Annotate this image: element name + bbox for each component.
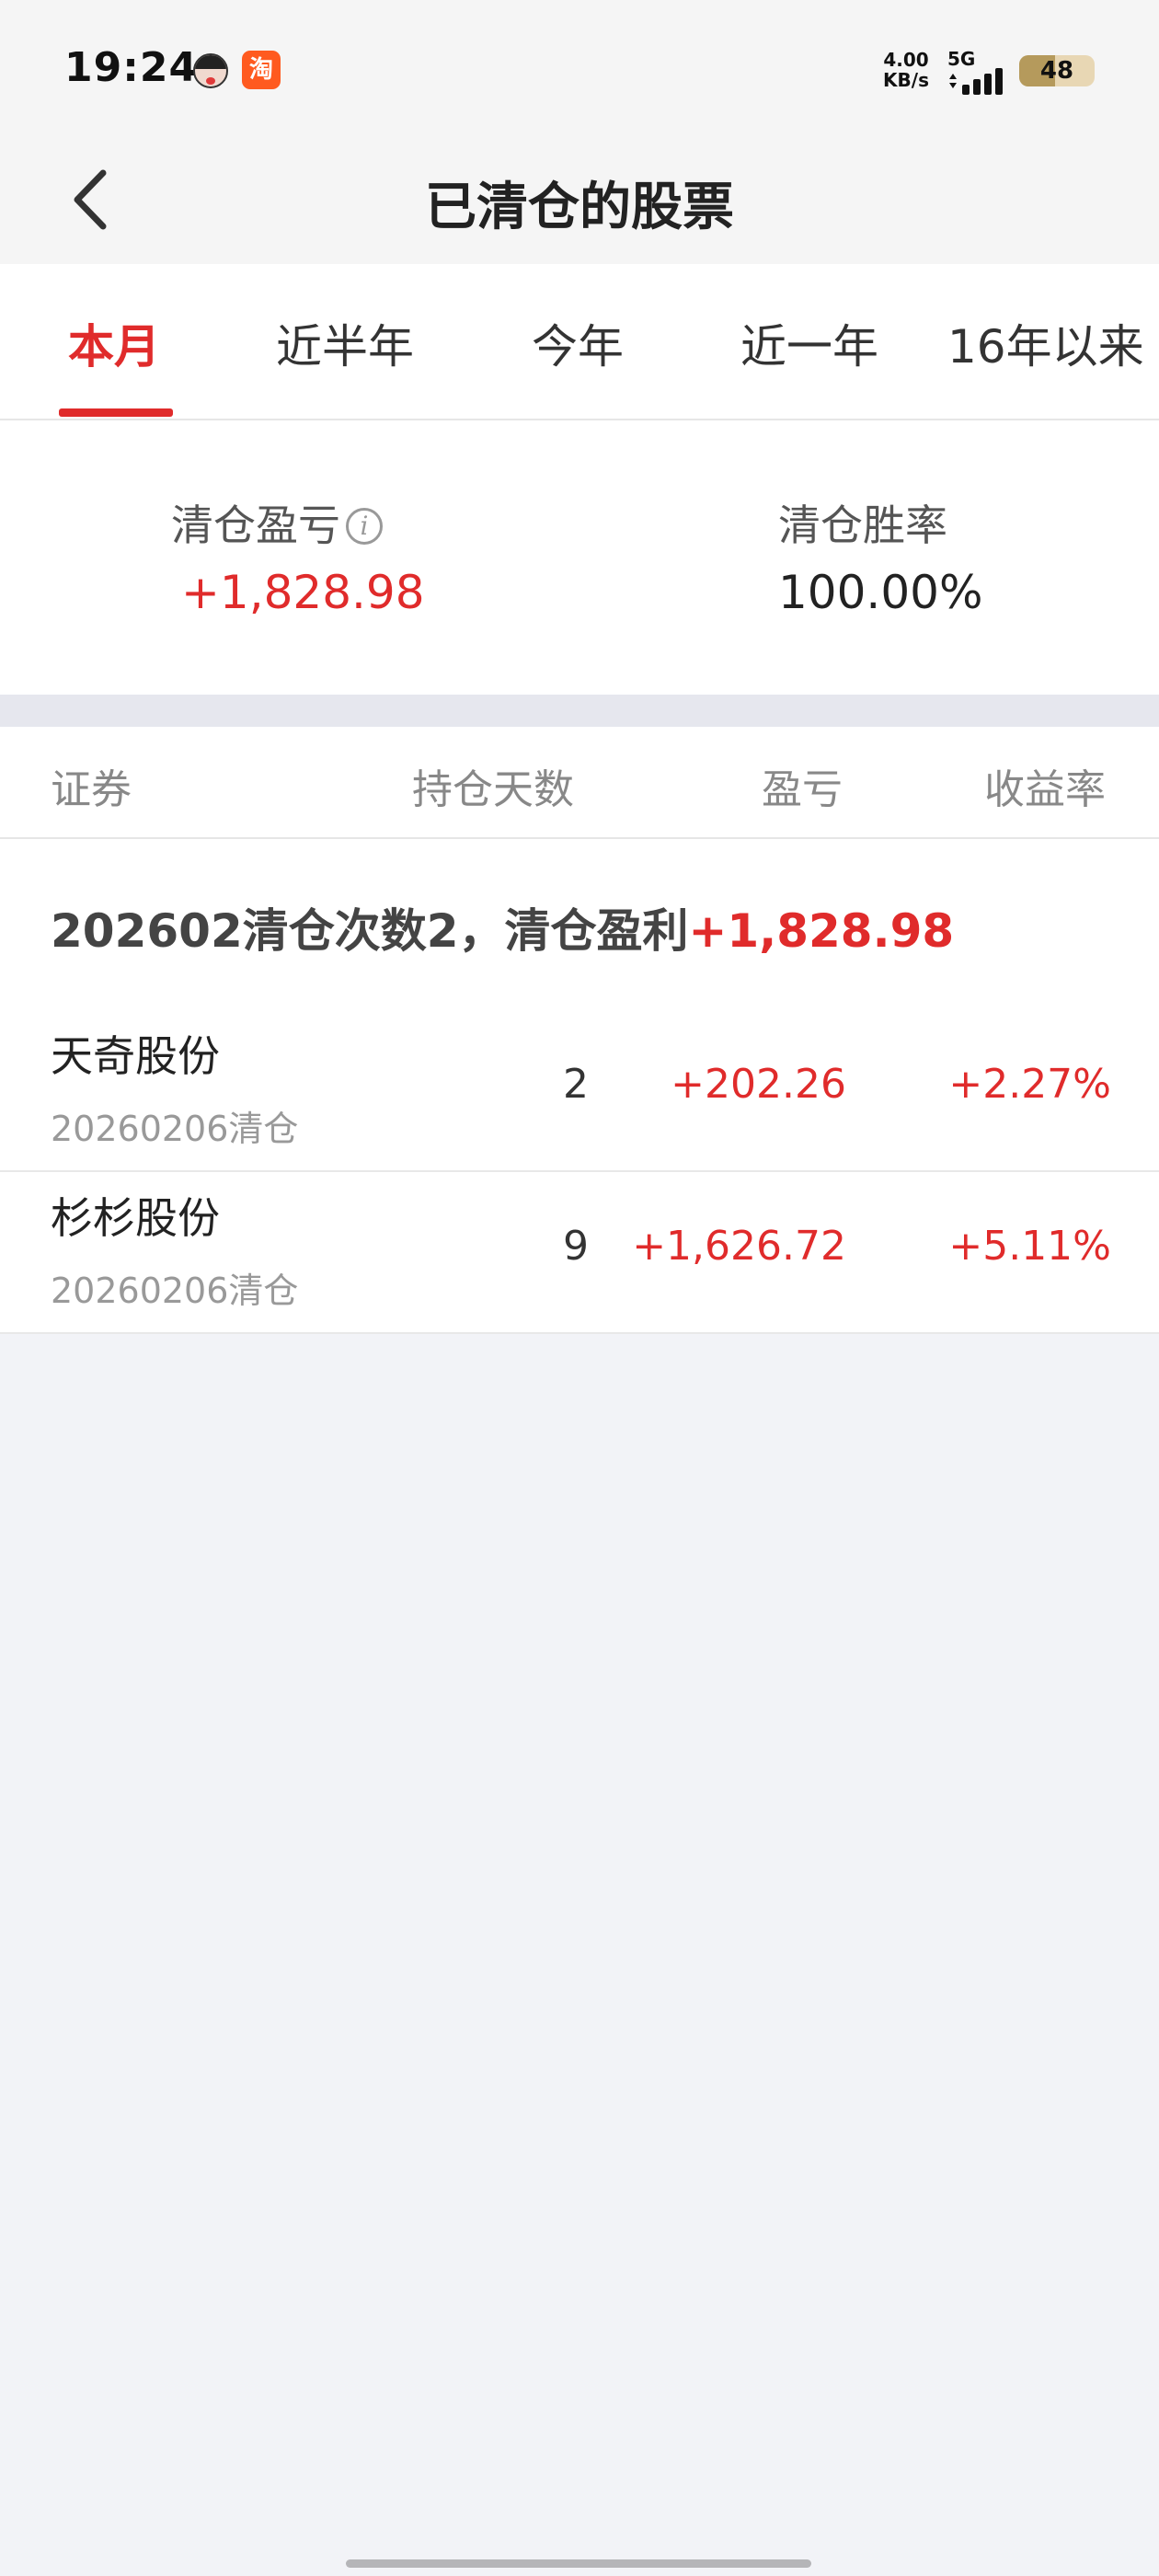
stock-name: 天奇股份 <box>51 1031 220 1081</box>
network-speed-value: 4.00 <box>883 49 929 71</box>
holding-days: 2 <box>563 1061 589 1108</box>
tab-one-year[interactable]: 近一年 <box>740 310 878 376</box>
tab-this-year[interactable]: 今年 <box>532 310 624 376</box>
tab-half-year[interactable]: 近半年 <box>276 310 414 376</box>
status-bar: 19:24 淘 4.00 KB/s 5G 48 <box>0 0 1159 138</box>
row-return-rate: +5.11% <box>948 1223 1111 1270</box>
row-pnl: +202.26 <box>671 1061 846 1108</box>
row-pnl: +1,626.72 <box>632 1223 846 1270</box>
section-divider <box>0 695 1159 727</box>
tab-since-2016[interactable]: 16年以来 <box>947 310 1144 376</box>
page-title: 已清仓的股票 <box>425 178 734 237</box>
tab-this-month[interactable]: 本月 <box>68 310 160 376</box>
battery-icon: 48 <box>1019 55 1095 86</box>
nav-bar: 已清仓的股票 <box>0 138 1159 264</box>
column-pnl: 盈亏 <box>762 766 843 813</box>
battery-level: 48 <box>1039 57 1074 85</box>
period-tabs: 本月 近半年 今年 近一年 16年以来 <box>0 264 1159 420</box>
group-profit: +1,828.98 <box>688 904 955 958</box>
column-return-rate: 收益率 <box>984 766 1106 813</box>
signal-strength-icon <box>949 68 1003 95</box>
network-speed: 4.00 KB/s <box>878 50 934 90</box>
table-row[interactable]: 杉杉股份 20260206清仓 9 +1,626.72 +5.11% <box>0 1172 1159 1334</box>
network-type: 5G <box>947 48 976 70</box>
taobao-app-icon: 淘 <box>242 51 281 89</box>
month-group-header: 202602清仓次数2，清仓盈利+1,828.98 <box>0 839 1159 1010</box>
avatar-icon <box>193 53 228 88</box>
column-security: 证券 <box>51 766 132 813</box>
holding-days: 9 <box>563 1223 589 1270</box>
pnl-label-group: 清仓盈亏 i <box>171 492 383 553</box>
network-speed-unit: KB/s <box>883 69 929 91</box>
pnl-value: +1,828.98 <box>181 566 425 619</box>
stock-name: 杉杉股份 <box>51 1193 220 1243</box>
table-header: 证券 持仓天数 盈亏 收益率 <box>0 727 1159 839</box>
pnl-label: 清仓盈亏 <box>171 500 340 550</box>
table-row[interactable]: 天奇股份 20260206清仓 2 +202.26 +2.27% <box>0 1010 1159 1172</box>
row-return-rate: +2.27% <box>948 1061 1111 1108</box>
status-time: 19:24 <box>64 44 199 91</box>
active-tab-indicator <box>59 408 173 417</box>
summary-panel: 清仓盈亏 i +1,828.98 清仓胜率 100.00% <box>0 420 1159 695</box>
group-summary-text: 202602清仓次数2，清仓盈利 <box>51 904 689 958</box>
home-indicator[interactable] <box>346 2559 811 2568</box>
clear-date: 20260206清仓 <box>51 1271 299 1311</box>
clear-date: 20260206清仓 <box>51 1109 299 1149</box>
column-holding-days: 持仓天数 <box>412 766 574 813</box>
group-summary: 202602清仓次数2，清仓盈利+1,828.98 <box>51 894 954 960</box>
info-icon[interactable]: i <box>346 508 383 545</box>
winrate-value: 100.00% <box>778 566 983 619</box>
winrate-label: 清仓胜率 <box>778 500 947 550</box>
